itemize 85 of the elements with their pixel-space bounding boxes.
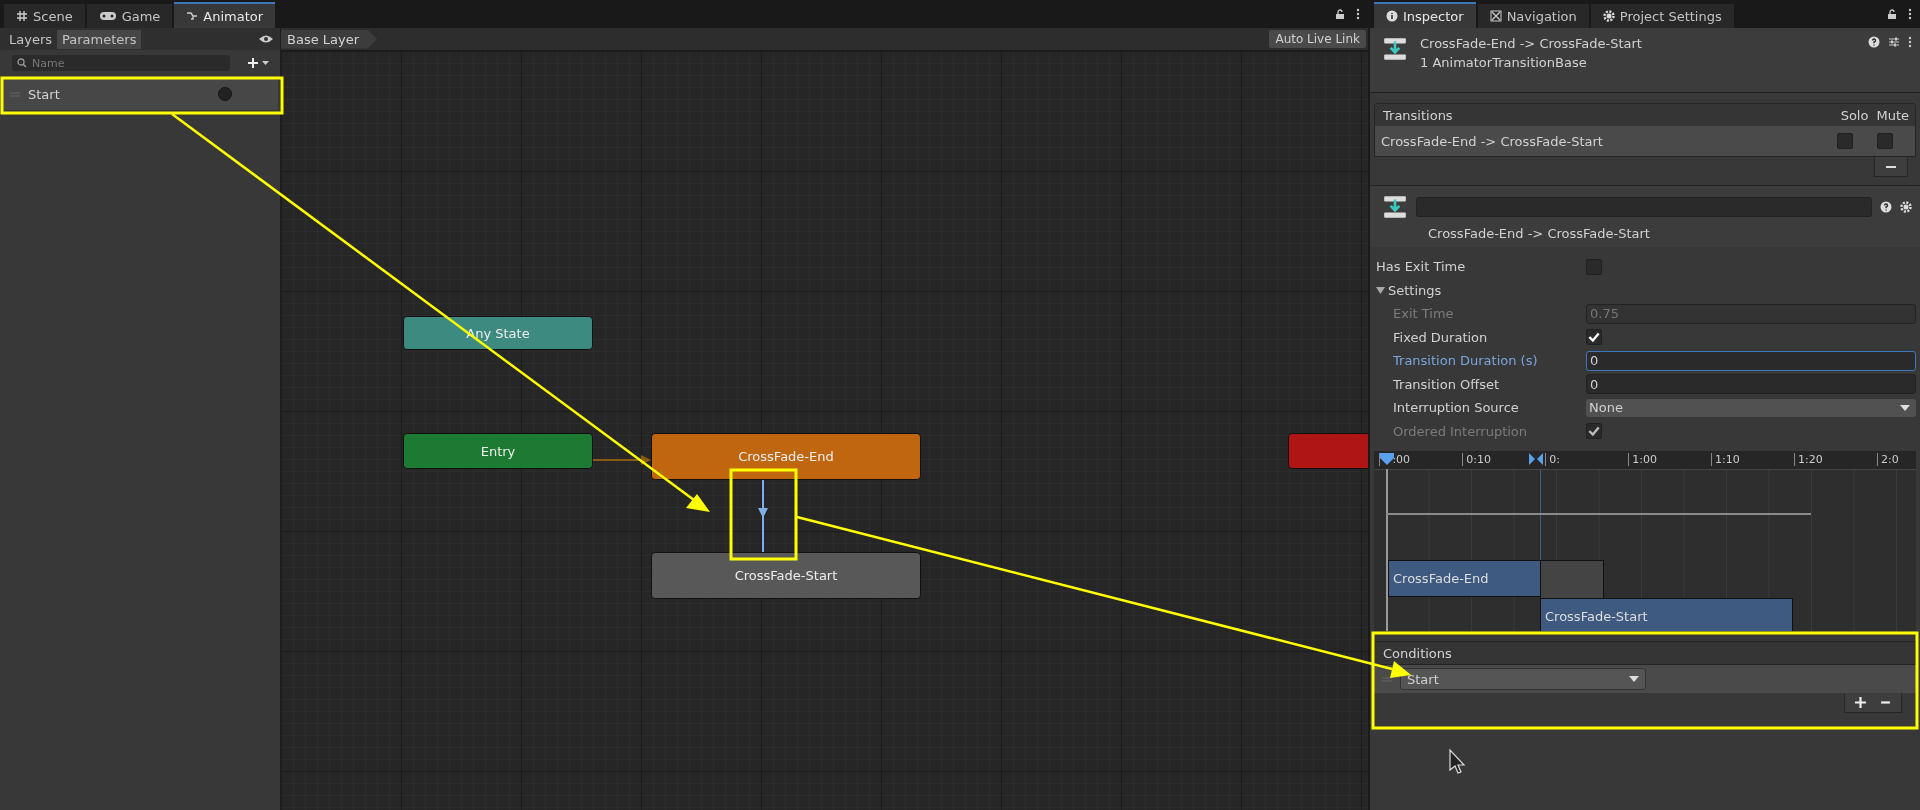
- help-icon[interactable]: [1880, 201, 1892, 213]
- triangle-icon: [1376, 285, 1385, 295]
- info-icon: [1386, 10, 1398, 22]
- transition-icon: [1382, 194, 1408, 220]
- auto-live-link-button[interactable]: Auto Live Link: [1269, 30, 1366, 48]
- lock-icon[interactable]: [1886, 8, 1898, 20]
- more-options-icon[interactable]: [1356, 8, 1360, 20]
- time-label: 1:00: [1628, 453, 1657, 466]
- name-field[interactable]: [1416, 197, 1872, 217]
- more-options-icon[interactable]: [1908, 8, 1912, 20]
- inspector-title: CrossFade-End -> CrossFade-Start: [1420, 36, 1643, 51]
- time-label: 0:: [1545, 453, 1560, 466]
- time-label: 2:0: [1876, 453, 1899, 466]
- column-header: Mute: [1876, 107, 1909, 123]
- breadcrumb[interactable]: Base Layer: [281, 29, 378, 49]
- list-header: Transitions: [1383, 107, 1453, 123]
- inspector-tab[interactable]: Navigation: [1477, 4, 1589, 28]
- sliders-icon[interactable]: [1888, 36, 1900, 48]
- parameter-dropdown[interactable]: Start: [1400, 668, 1646, 690]
- caret-icon: [1900, 404, 1910, 411]
- clip-bar[interactable]: CrossFade-End: [1388, 560, 1541, 597]
- transition-arrow[interactable]: [758, 480, 768, 552]
- add-button[interactable]: [1855, 697, 1866, 708]
- inspector-tab[interactable]: Inspector: [1374, 2, 1476, 28]
- help-icon[interactable]: [1868, 36, 1880, 48]
- search-field[interactable]: Name: [12, 55, 230, 71]
- field-label: Exit Time: [1393, 306, 1455, 322]
- plus-caret-icon: [248, 57, 270, 69]
- trigger-toggle[interactable]: [218, 87, 232, 101]
- field-label: Transition Offset: [1393, 376, 1501, 392]
- transition-marker-icon[interactable]: [1529, 453, 1543, 465]
- has-exit-time-checkbox[interactable]: [1586, 258, 1602, 275]
- dropdown[interactable]: None: [1586, 398, 1916, 417]
- column-header: Solo: [1840, 107, 1869, 123]
- clip-bar[interactable]: CrossFade-Start: [1540, 598, 1793, 631]
- add-dropdown-button[interactable]: [248, 55, 270, 71]
- search-icon: [17, 58, 29, 68]
- lock-icon[interactable]: [1334, 8, 1346, 20]
- plus-icon: [1855, 697, 1866, 708]
- parameter-name: Start: [28, 86, 61, 102]
- drag-handle-icon: [1382, 676, 1392, 682]
- panel-tab[interactable]: Parameters: [57, 29, 142, 49]
- state-node[interactable]: [1288, 433, 1368, 469]
- gamepad-icon: [98, 10, 117, 22]
- gear-icon: [1602, 10, 1615, 22]
- checkbox[interactable]: [1586, 329, 1602, 346]
- eye-icon[interactable]: [258, 34, 274, 44]
- editor-tab[interactable]: Animator: [174, 2, 276, 28]
- branch-icon: [186, 10, 199, 22]
- navigation-icon: [1489, 10, 1502, 22]
- state-node[interactable]: Entry: [403, 433, 593, 469]
- state-node[interactable]: CrossFade-Start: [651, 552, 921, 599]
- field-label: Fixed Duration: [1393, 329, 1489, 345]
- transition-icon: [1382, 36, 1408, 62]
- time-label: 1:20: [1794, 453, 1823, 466]
- remove-button[interactable]: [1874, 157, 1908, 177]
- minus-icon: [1886, 164, 1896, 169]
- clip-tail: [1540, 560, 1604, 599]
- number-field[interactable]: 0: [1586, 374, 1916, 395]
- field-label: Has Exit Time: [1376, 259, 1467, 275]
- solo-checkbox[interactable]: [1837, 133, 1853, 149]
- panel-tab[interactable]: Layers: [4, 29, 58, 49]
- field-label: Interruption Source: [1393, 400, 1520, 416]
- number-field[interactable]: 0: [1586, 350, 1916, 371]
- mute-checkbox[interactable]: [1877, 133, 1893, 149]
- field-label: Transition Duration (s): [1393, 353, 1539, 369]
- time-label: 1:10: [1711, 453, 1740, 466]
- inspector-tab[interactable]: Project Settings: [1590, 4, 1734, 28]
- start-marker-icon[interactable]: [1380, 453, 1394, 465]
- settings-foldout[interactable]: Settings: [1376, 282, 1442, 298]
- parameter-row[interactable]: Start: [2, 78, 278, 110]
- state-node[interactable]: CrossFade-End: [651, 433, 921, 480]
- grid-icon: [16, 10, 28, 22]
- transition-arrow[interactable]: [593, 455, 651, 465]
- time-label: 0:10: [1462, 453, 1492, 466]
- section-header: Conditions: [1383, 645, 1452, 661]
- editor-tab[interactable]: Game: [86, 4, 173, 28]
- inspector-subtitle: 1 AnimatorTransitionBase: [1420, 55, 1588, 70]
- more-options-icon[interactable]: [1908, 36, 1912, 48]
- field-label: Ordered Interruption: [1393, 423, 1529, 439]
- caret-icon: [1629, 676, 1639, 682]
- mouse-cursor-icon: [1449, 748, 1466, 774]
- transition-name: CrossFade-End -> CrossFade-Start: [1427, 226, 1651, 241]
- editor-tab[interactable]: Scene: [4, 4, 85, 28]
- gear-icon[interactable]: [1900, 201, 1912, 213]
